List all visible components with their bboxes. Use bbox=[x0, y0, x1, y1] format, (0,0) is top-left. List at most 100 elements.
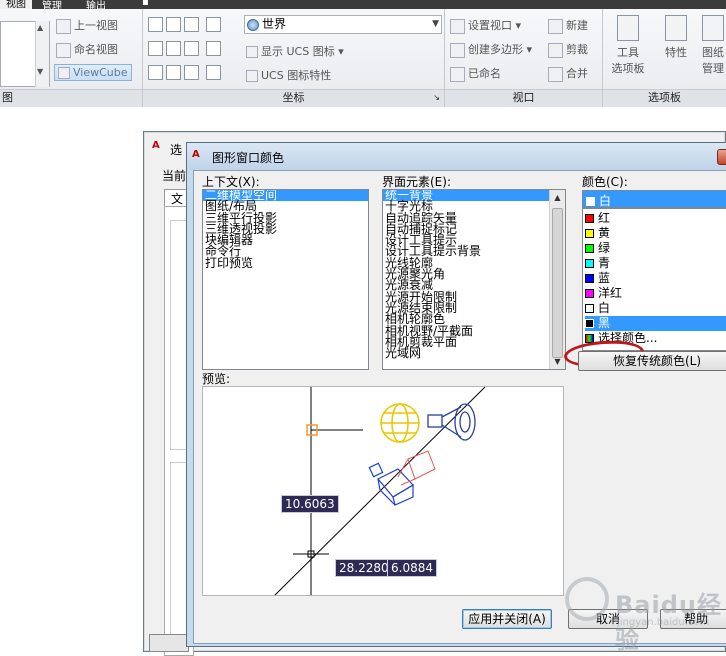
watermark-url: jingyan.baidu.com bbox=[617, 617, 710, 628]
create-polygon-button[interactable]: 创建多边形 ▾ bbox=[450, 41, 532, 58]
element-item[interactable]: 光域网 bbox=[383, 347, 565, 359]
white-swatch-icon bbox=[585, 304, 594, 313]
new-icon bbox=[548, 18, 563, 34]
close-icon[interactable] bbox=[717, 149, 726, 165]
ucs-icon[interactable] bbox=[148, 17, 163, 32]
globe-icon bbox=[247, 18, 259, 31]
upper-view-button[interactable]: 上一视图 bbox=[56, 17, 118, 34]
tab-view[interactable]: 视图 bbox=[0, 0, 32, 10]
polygon-icon bbox=[450, 42, 465, 58]
dimension-input-height: 10.6063 bbox=[281, 495, 339, 513]
color-label: 颜色(C): bbox=[582, 175, 628, 189]
color-dropdown-list[interactable]: 红 黄 绿 青 蓝 洋红 白 黑 选择颜色... bbox=[582, 208, 726, 351]
interface-element-list[interactable]: 统一背景 十字光标 自动追踪矢量 自动捕捉标记 设计工具提示 设计工具提示背景 … bbox=[382, 189, 566, 370]
ucs-z-icon[interactable] bbox=[184, 41, 199, 56]
set-viewport-button[interactable]: 设置视口 ▾ bbox=[450, 17, 521, 34]
color-option-white[interactable]: 白 bbox=[585, 301, 726, 316]
white-swatch-icon bbox=[586, 197, 595, 206]
restore-classic-colors-button[interactable]: 恢复传统颜色(L) bbox=[578, 351, 726, 371]
clip-button[interactable]: 剪裁 bbox=[548, 41, 588, 58]
scroll-up-icon[interactable]: ▲ bbox=[37, 23, 43, 32]
context-item[interactable]: 打印预览 bbox=[203, 257, 368, 269]
world-ucs-select[interactable]: 世界 ▼ bbox=[244, 15, 442, 34]
ucs-y-icon[interactable] bbox=[166, 41, 181, 56]
color-option-green[interactable]: 绿 bbox=[585, 241, 726, 256]
ucs-icon-properties-button[interactable]: UCS 图标特性 bbox=[246, 67, 331, 83]
options-dialog-title: 选 bbox=[170, 143, 183, 157]
ucs-face-icon[interactable] bbox=[166, 17, 181, 32]
panel-title-coords: 坐标 ↘ bbox=[143, 89, 444, 107]
green-swatch-icon bbox=[585, 244, 594, 253]
named-view-icon bbox=[56, 42, 71, 58]
panel-expand-icon[interactable]: ↘ bbox=[433, 90, 440, 106]
ucs-object-icon[interactable] bbox=[184, 17, 199, 32]
color-option-cyan[interactable]: 青 bbox=[585, 256, 726, 271]
apply-close-button[interactable]: 应用并关闭(A) bbox=[462, 609, 552, 629]
context-label: 上下文(X): bbox=[202, 175, 260, 189]
new-viewport-button[interactable]: 新建 bbox=[548, 17, 588, 34]
camera-frustum-icon bbox=[397, 450, 436, 486]
color-option-magenta[interactable]: 洋红 bbox=[585, 286, 726, 301]
baidu-watermark: Baidu经验 jingyan.baidu.com bbox=[555, 575, 726, 654]
element-list-scrollbar[interactable]: ▲ ▼ bbox=[549, 190, 565, 369]
ucs-3point-icon[interactable] bbox=[184, 65, 199, 80]
ucs-origin-icon[interactable] bbox=[166, 65, 181, 80]
color-option-blue[interactable]: 蓝 bbox=[585, 271, 726, 286]
red-swatch-icon bbox=[585, 214, 594, 223]
ucs-zaxis-icon[interactable] bbox=[206, 41, 221, 56]
ucs-tools-row-1 bbox=[148, 17, 224, 32]
merge-button[interactable]: 合并 bbox=[548, 65, 588, 82]
clip-icon bbox=[548, 42, 563, 58]
ucs-tools-row-2 bbox=[148, 41, 224, 56]
sphere-light-icon bbox=[380, 403, 420, 443]
interface-element-label: 界面元素(E): bbox=[382, 175, 451, 189]
show-ucs-icon bbox=[246, 46, 258, 58]
scroll-up-icon[interactable]: ▲ bbox=[550, 190, 565, 205]
context-list[interactable]: 二维模型空间 图纸/布局 三维平行投影 三维透视投影 块编辑器 命令行 打印预览 bbox=[202, 189, 369, 370]
named-viewport-button[interactable]: 已命名 bbox=[450, 65, 501, 82]
black-swatch-icon bbox=[585, 319, 594, 328]
dialog-title: 图形窗口颜色 bbox=[212, 151, 285, 165]
current-profile-label: 当前 bbox=[162, 169, 187, 183]
sheet-set-icon bbox=[702, 15, 724, 41]
baidu-paw-logo-icon bbox=[565, 577, 609, 621]
dialog-titlebar[interactable]: A 图形窗口颜色 bbox=[187, 143, 726, 170]
autocad-logo-icon: A bbox=[192, 149, 200, 160]
tool-palette-icon bbox=[617, 15, 639, 41]
sheet-set-button[interactable]: 图纸 管理 bbox=[698, 15, 726, 76]
properties-icon bbox=[665, 15, 687, 41]
panel-title-view: 图 bbox=[0, 89, 142, 107]
show-ucs-icon-button[interactable]: 显示 UCS 图标 ▾ bbox=[246, 43, 344, 59]
ucs-previous-icon[interactable] bbox=[206, 17, 221, 32]
scroll-down-icon[interactable]: ▼ bbox=[37, 67, 43, 76]
dimension-input-angle: 6.0884 bbox=[387, 559, 437, 577]
spotlight-icon bbox=[427, 403, 476, 441]
color-option-yellow[interactable]: 黄 bbox=[585, 226, 726, 241]
graphics-window-color-dialog: A 图形窗口颜色 上下文(X): 二维模型空间 图纸/布局 三维平行投影 三维透… bbox=[186, 142, 726, 647]
panel-title-palettes: 选项板 bbox=[603, 89, 726, 107]
dimension-input-length: 28.2280 bbox=[335, 559, 393, 577]
viewport-icon bbox=[450, 18, 465, 34]
ucs-properties-icon bbox=[246, 70, 258, 82]
properties-button[interactable]: 特性 bbox=[654, 15, 698, 60]
ucs-named-icon[interactable] bbox=[206, 65, 221, 80]
ribbon: ▲ ▼ 上一视图 命名视图 ViewCube 世界 ▼ 显示 UCS 图标 ▾ … bbox=[0, 9, 726, 107]
options-bottom-button[interactable] bbox=[149, 634, 189, 652]
color-option-black[interactable]: 黑 bbox=[585, 316, 726, 331]
preview-area: 10.6063 28.2280 6.0884 bbox=[202, 386, 564, 596]
color-select[interactable]: 白 bbox=[582, 190, 726, 208]
ucs-x-icon[interactable] bbox=[148, 41, 163, 56]
scroll-down-icon[interactable]: ▼ bbox=[550, 354, 565, 369]
named-icon bbox=[450, 66, 465, 82]
named-view-button[interactable]: 命名视图 bbox=[56, 41, 118, 58]
panel-title-viewport: 视口 bbox=[445, 89, 602, 107]
viewcube-button[interactable]: ViewCube bbox=[54, 64, 132, 81]
tab-extra-icon[interactable]: ▪ bbox=[142, 0, 149, 8]
merge-icon bbox=[548, 66, 563, 82]
chevron-down-icon: ▼ bbox=[432, 19, 439, 29]
scrollbar-thumb[interactable] bbox=[552, 208, 563, 358]
color-option-red[interactable]: 红 bbox=[585, 211, 726, 226]
blue-swatch-icon bbox=[585, 274, 594, 283]
tool-palette-button[interactable]: 工具 选项板 bbox=[606, 15, 650, 76]
ucs-view-icon[interactable] bbox=[148, 65, 163, 80]
